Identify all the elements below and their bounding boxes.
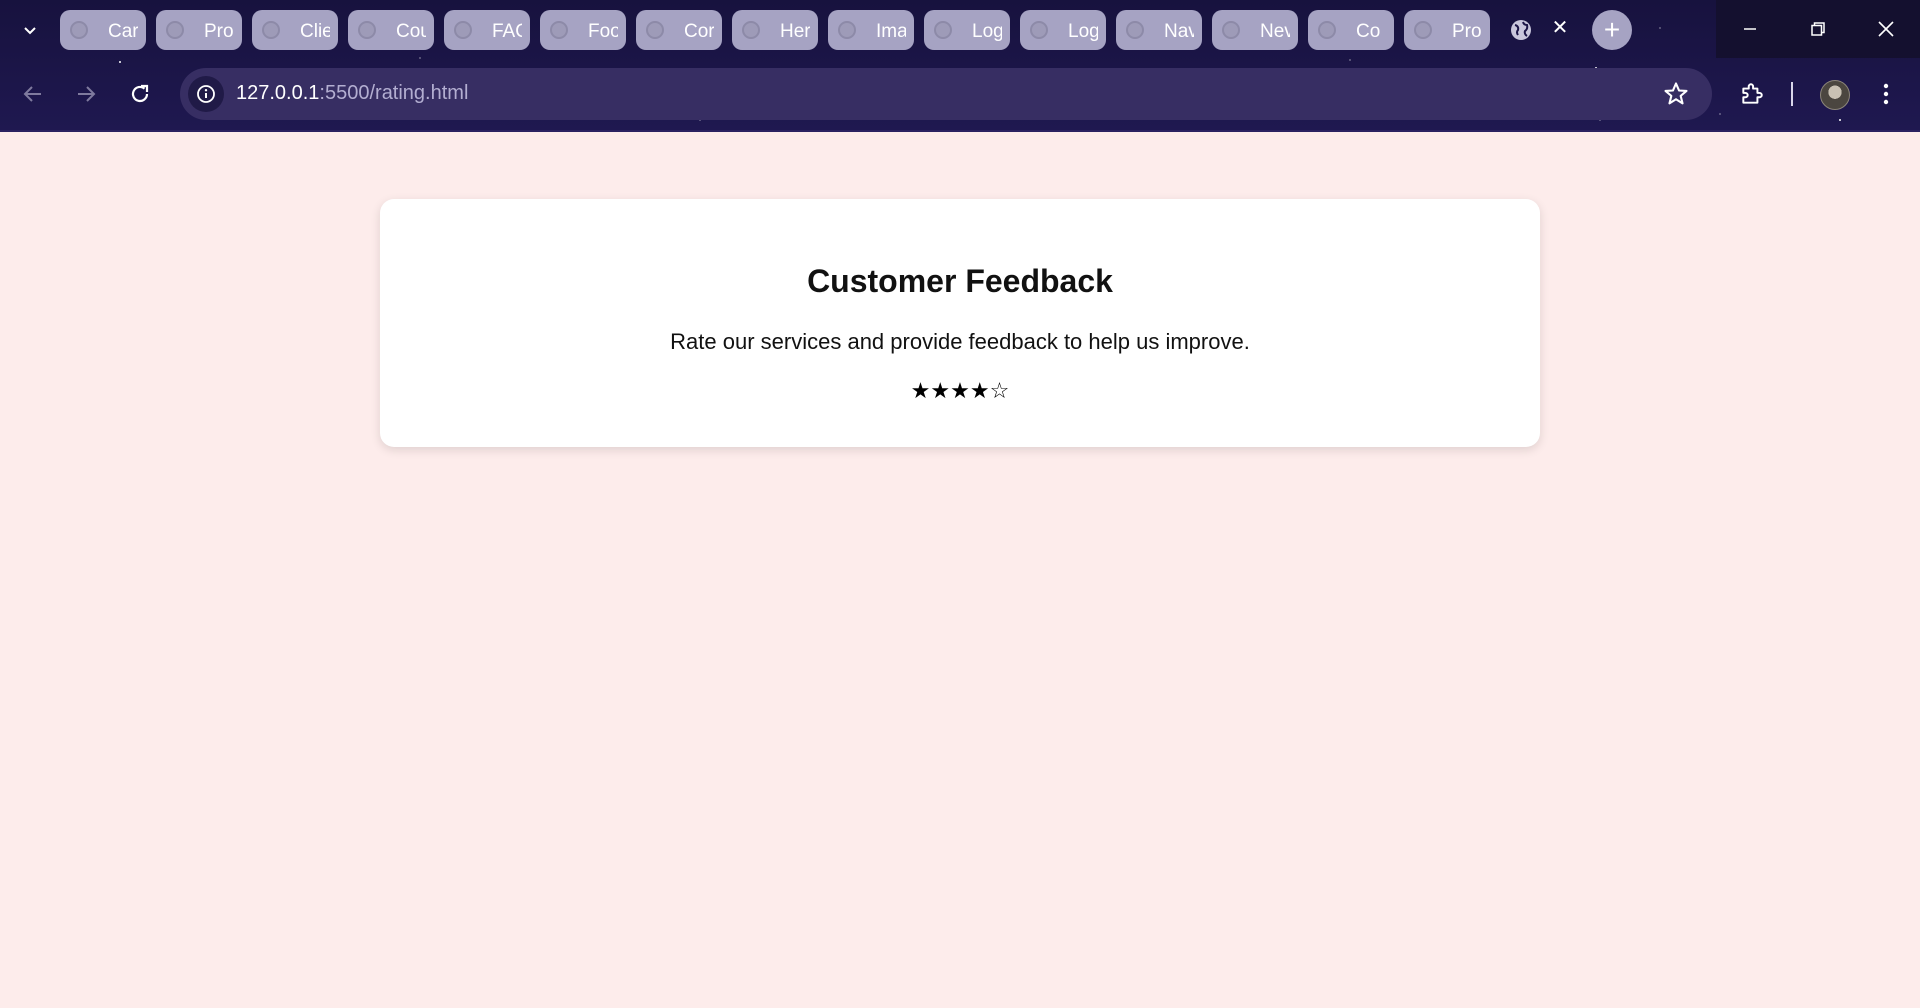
favicon-icon: [1414, 21, 1432, 39]
feedback-description: Rate our services and provide feedback t…: [670, 329, 1250, 354]
bookmark-star-icon[interactable]: [1662, 80, 1690, 108]
page-title: Customer Feedback: [807, 263, 1113, 299]
close-window-icon[interactable]: [1852, 0, 1920, 58]
tab-label: Nav: [1164, 21, 1194, 42]
address-bar[interactable]: 127.0.0.1:5500/rating.html: [180, 68, 1712, 120]
browser-tab[interactable]: Nev: [1212, 10, 1298, 50]
tab-label: Clie: [300, 21, 330, 42]
tab-strip: Car Pro Clie Cou FAQ Foo Cor Her Ima Log Log Nav Nev…: [60, 10, 1500, 50]
back-arrow-icon[interactable]: [17, 78, 49, 110]
favicon-icon: [358, 21, 376, 39]
favicon-icon: [262, 21, 280, 39]
browser-tab[interactable]: Pro: [156, 10, 242, 50]
empty-star-icon[interactable]: ☆: [990, 379, 1010, 404]
favicon-icon: [1318, 21, 1336, 39]
tab-label: Her: [780, 21, 810, 42]
tab-label: Co: [1356, 21, 1381, 42]
favicon-icon: [646, 21, 664, 39]
menu-kebab-icon[interactable]: [1870, 78, 1902, 110]
tab-label: Log: [972, 21, 1002, 42]
tab-label: Cor: [684, 21, 714, 42]
favicon-icon: [454, 21, 472, 39]
favicon-icon: [70, 21, 88, 39]
browser-tab[interactable]: Co: [1308, 10, 1394, 50]
globe-icon: [1511, 20, 1531, 40]
close-tab-icon[interactable]: ✕: [1548, 16, 1572, 40]
tab-label: FAQ: [492, 21, 522, 42]
active-tab[interactable]: ✕: [1500, 10, 1588, 50]
toolbar-divider: [1791, 82, 1793, 106]
tab-label: Pro: [204, 21, 234, 42]
forward-arrow-icon[interactable]: [70, 78, 102, 110]
browser-chrome: Car Pro Clie Cou FAQ Foo Cor Her Ima Log Log Nav Nev…: [0, 0, 1920, 132]
minimize-icon[interactable]: [1716, 0, 1784, 58]
url-path: :5500/rating.html: [319, 82, 469, 104]
filled-star-icon[interactable]: ★: [970, 379, 990, 404]
browser-tab[interactable]: Her: [732, 10, 818, 50]
favicon-icon: [1030, 21, 1048, 39]
profile-avatar[interactable]: [1820, 80, 1850, 110]
browser-tab[interactable]: Log: [924, 10, 1010, 50]
extensions-puzzle-icon[interactable]: [1736, 78, 1768, 110]
restore-icon[interactable]: [1784, 0, 1852, 58]
tab-search-chevron-icon[interactable]: [14, 14, 46, 46]
browser-tab[interactable]: Cor: [636, 10, 722, 50]
favicon-icon: [838, 21, 856, 39]
browser-tab[interactable]: Clie: [252, 10, 338, 50]
browser-tab[interactable]: Ima: [828, 10, 914, 50]
favicon-icon: [934, 21, 952, 39]
tab-label: Ima: [876, 21, 906, 42]
browser-tab[interactable]: Car: [60, 10, 146, 50]
tab-label: Nev: [1260, 21, 1290, 42]
favicon-icon: [550, 21, 568, 39]
filled-star-icon[interactable]: ★: [950, 379, 970, 404]
tab-label: Log: [1068, 21, 1098, 42]
tab-label: Pro: [1452, 21, 1482, 42]
favicon-icon: [1222, 21, 1240, 39]
browser-tab[interactable]: Foo: [540, 10, 626, 50]
tab-label: Cou: [396, 21, 426, 42]
browser-tab[interactable]: Pro: [1404, 10, 1490, 50]
feedback-card: Customer Feedback Rate our services and …: [380, 199, 1540, 447]
browser-tab[interactable]: Cou: [348, 10, 434, 50]
tab-label: Foo: [588, 21, 618, 42]
tab-label: Car: [108, 21, 138, 42]
url-text[interactable]: 127.0.0.1:5500/rating.html: [236, 82, 468, 105]
favicon-icon: [742, 21, 760, 39]
filled-star-icon[interactable]: ★: [911, 379, 931, 404]
star-rating[interactable]: ★★★★☆: [380, 379, 1540, 404]
browser-tab[interactable]: Log: [1020, 10, 1106, 50]
filled-star-icon[interactable]: ★: [930, 379, 950, 404]
favicon-icon: [1126, 21, 1144, 39]
new-tab-button[interactable]: +: [1592, 10, 1632, 50]
browser-tab[interactable]: Nav: [1116, 10, 1202, 50]
favicon-icon: [166, 21, 184, 39]
site-info-icon[interactable]: [188, 76, 224, 112]
browser-tab[interactable]: FAQ: [444, 10, 530, 50]
reload-icon[interactable]: [124, 78, 156, 110]
url-host: 127.0.0.1: [236, 82, 320, 104]
